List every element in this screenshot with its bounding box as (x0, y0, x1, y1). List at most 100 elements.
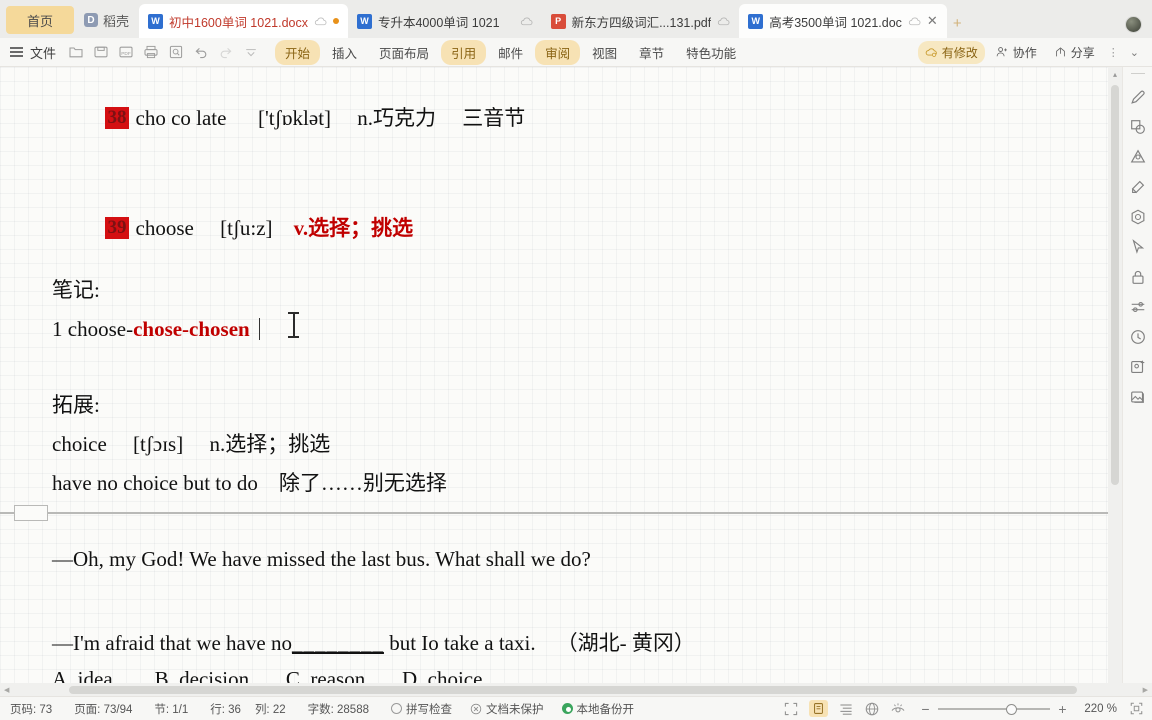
protection-status[interactable]: 文档未保护 (470, 701, 544, 717)
close-icon[interactable]: ✕ (927, 13, 938, 29)
redo-icon[interactable] (218, 44, 234, 60)
page-count-status[interactable]: 页面: 73/94 (74, 701, 132, 717)
editor-body: 38 cho co late ['tʃɒklət] n.巧克力 三音节 39 cho… (0, 67, 1152, 683)
cloud-sync-icon[interactable] (314, 16, 327, 27)
share-label: 分享 (1070, 45, 1095, 60)
ribbon-tab-refs[interactable]: 引用 (441, 39, 487, 65)
backup-status[interactable]: 本地备份开 (561, 701, 634, 717)
avatar[interactable] (1125, 16, 1142, 33)
vertical-scrollbar[interactable]: ▴ (1108, 67, 1122, 683)
quick-access-toolbar: PDF (68, 44, 259, 60)
fit-page-icon[interactable] (1129, 701, 1144, 716)
zoom-slider[interactable] (938, 703, 1050, 715)
page-number-status[interactable]: 页码: 73 (10, 701, 52, 717)
dialog-question: —Oh, my God! We have missed the last bus… (52, 546, 591, 571)
document-tab-2[interactable]: W 专升本4000单词 1021 (348, 4, 542, 38)
web-view-icon[interactable] (864, 701, 880, 717)
unsaved-dot-icon (332, 18, 339, 24)
ribbon-tab-mail[interactable]: 邮件 (488, 40, 533, 65)
collaborate-button[interactable]: 协作 (988, 41, 1044, 64)
scroll-up-button[interactable]: ▴ (1113, 70, 1117, 79)
sliders-icon[interactable] (1129, 298, 1147, 316)
horizontal-scroll-track[interactable] (9, 685, 1142, 694)
document-tab-3[interactable]: P 新东方四级词汇...131.pdf (542, 4, 740, 38)
entry-phonetic: ['tʃɒklət] (257, 106, 332, 131)
document-tab-4[interactable]: W 高考3500单词 1021.doc ✕ (739, 4, 947, 38)
zoom-out-button[interactable]: − (920, 701, 931, 717)
page-view-button[interactable] (809, 700, 828, 717)
save-icon[interactable] (93, 44, 109, 60)
save-as-pdf-icon[interactable]: PDF (118, 44, 134, 60)
document-page[interactable]: 38 cho co late ['tʃɒklət] n.巧克力 三音节 39 cho… (0, 67, 1108, 683)
share-button[interactable]: 分享 (1047, 41, 1102, 64)
entry-word: cho co late (135, 106, 227, 131)
modified-status-label: 有修改 (941, 45, 978, 60)
lock-icon[interactable] (1129, 268, 1147, 286)
cursor-select-icon[interactable] (1129, 238, 1147, 256)
open-folder-icon[interactable] (68, 44, 84, 60)
file-menu-button[interactable]: 文件 (30, 43, 56, 62)
ribbon-tab-start[interactable]: 开始 (275, 39, 321, 65)
ribbon-tab-layout[interactable]: 页面布局 (369, 40, 439, 65)
smart-badge-icon[interactable] (1129, 208, 1147, 226)
history-icon[interactable] (1129, 328, 1147, 346)
menu-hamburger-icon[interactable] (10, 47, 23, 57)
alert-badge-icon[interactable] (1129, 148, 1147, 166)
home-tab[interactable]: 首页 (6, 6, 74, 34)
pdf-icon: P (550, 13, 566, 29)
print-icon[interactable] (143, 44, 159, 60)
ribbon-more-button[interactable]: ⋮ (1105, 46, 1122, 59)
entry-note: 三音节 (462, 106, 526, 131)
cloud-sync-icon[interactable] (520, 16, 533, 27)
modified-status-button[interactable]: 有修改 (917, 40, 985, 64)
print-preview-icon[interactable] (168, 44, 184, 60)
reading-eye-icon[interactable] (890, 701, 906, 717)
cloud-sync-icon[interactable] (908, 16, 921, 27)
quick-access-more-icon[interactable] (243, 44, 259, 60)
page-break-separator (0, 503, 1108, 523)
right-tool-rail (1122, 67, 1152, 683)
unprotected-icon (470, 703, 482, 714)
column-status[interactable]: 列: 22 (255, 701, 286, 717)
section-status[interactable]: 节: 1/1 (154, 701, 188, 717)
ribbon-tab-section[interactable]: 章节 (629, 40, 674, 65)
undo-icon[interactable] (193, 44, 209, 60)
zoom-slider-handle[interactable] (1006, 703, 1017, 715)
mouse-ibeam-cursor (288, 310, 299, 340)
shapes-icon[interactable] (1129, 118, 1147, 136)
ribbon-tab-review[interactable]: 审阅 (535, 39, 581, 65)
horizontal-scroll-thumb[interactable] (69, 685, 1078, 694)
ribbon-tab-insert[interactable]: 插入 (322, 40, 367, 65)
ribbon-tab-features[interactable]: 特色功能 (676, 40, 746, 65)
phrase-text: have no choice but to do (52, 471, 258, 496)
option-b: B. decision (154, 666, 250, 683)
dialog-source: （湖北- 黄冈） (556, 630, 695, 655)
daoke-tab[interactable]: D 稻壳 (74, 6, 139, 34)
fullscreen-icon[interactable] (783, 701, 799, 717)
word-count-status[interactable]: 字数: 28588 (308, 701, 369, 717)
vertical-scroll-thumb[interactable] (1111, 85, 1119, 485)
row-status[interactable]: 行: 36 (210, 701, 241, 717)
vocab-entry-38: 38 cho co late ['tʃɒklət] n.巧克力 三音节 (0, 85, 1108, 151)
horizontal-scrollbar[interactable]: ◀ ▶ (0, 683, 1152, 696)
cloud-sync-icon[interactable] (717, 16, 730, 27)
zoom-in-button[interactable]: + (1057, 701, 1068, 717)
scroll-right-button[interactable]: ▶ (1143, 686, 1148, 694)
notes-label: 笔记: (52, 278, 100, 303)
paint-hand-icon[interactable] (1129, 178, 1147, 196)
document-canvas[interactable]: 38 cho co late ['tʃɒklət] n.巧克力 三音节 39 cho… (0, 67, 1108, 683)
page-break-handle[interactable] (14, 505, 48, 521)
insert-image-icon[interactable] (1129, 388, 1147, 406)
pen-icon[interactable] (1129, 88, 1147, 106)
spellcheck-status[interactable]: 拼写检查 (391, 701, 452, 717)
add-person-photo-icon[interactable] (1129, 358, 1147, 376)
entry-number-box: 38 (104, 107, 129, 130)
document-tab-1[interactable]: W 初中1600单词 1021.docx (139, 4, 348, 38)
ribbon-collapse-button[interactable]: ⌄ (1125, 46, 1144, 59)
new-tab-button[interactable]: + (953, 15, 962, 32)
zoom-slider-track (938, 707, 1050, 710)
zoom-percentage[interactable]: 220 % (1075, 703, 1117, 715)
word-icon: W (356, 13, 372, 29)
outline-view-icon[interactable] (838, 701, 854, 717)
ribbon-tab-view[interactable]: 视图 (582, 40, 627, 65)
